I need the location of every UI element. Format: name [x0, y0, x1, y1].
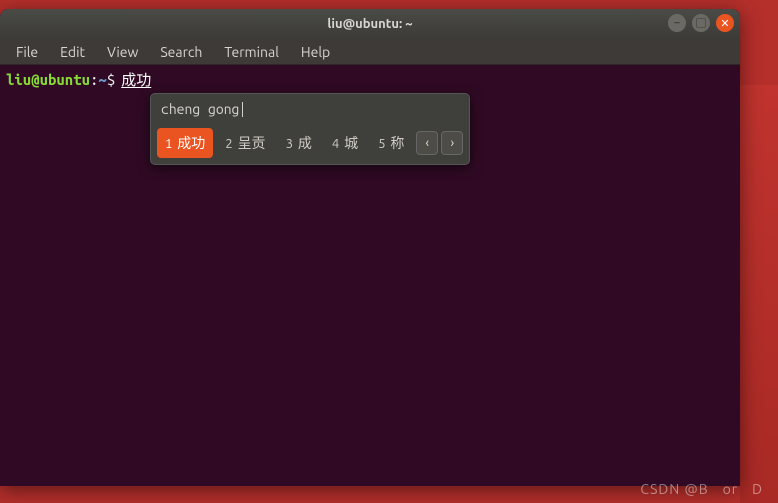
- ime-candidate-3[interactable]: 3 成: [278, 128, 320, 158]
- terminal-window: liu@ubuntu: ~ – □ ✕ File Edit View Searc…: [0, 9, 740, 486]
- prompt-symbol: $: [107, 71, 115, 88]
- ime-nav: ‹ ›: [416, 131, 463, 155]
- ime-candidate-4[interactable]: 4 城: [324, 128, 366, 158]
- ime-next-button[interactable]: ›: [441, 131, 463, 155]
- close-button[interactable]: ✕: [716, 14, 734, 32]
- menu-terminal[interactable]: Terminal: [214, 40, 289, 64]
- minimize-button[interactable]: –: [668, 14, 686, 32]
- watermark-right: D: [752, 481, 766, 497]
- ime-preedit-text: 成功: [121, 69, 151, 90]
- candidate-text: 成功: [177, 133, 205, 153]
- prompt-path: ~: [98, 71, 106, 88]
- window-controls: – □ ✕: [668, 14, 734, 32]
- candidate-text: 呈贡: [238, 133, 266, 153]
- candidate-number: 2: [225, 137, 232, 151]
- menu-edit[interactable]: Edit: [50, 40, 95, 64]
- menu-view[interactable]: View: [97, 40, 148, 64]
- ime-candidate-2[interactable]: 2 呈贡: [217, 128, 273, 158]
- maximize-button[interactable]: □: [692, 14, 710, 32]
- menubar: File Edit View Search Terminal Help: [0, 39, 740, 65]
- menu-help[interactable]: Help: [291, 40, 340, 64]
- candidate-number: 4: [332, 137, 339, 151]
- ime-caret: [242, 102, 243, 117]
- menu-search[interactable]: Search: [150, 40, 212, 64]
- menu-file[interactable]: File: [6, 40, 48, 64]
- prompt-user-host: liu@ubuntu: [6, 71, 90, 88]
- titlebar[interactable]: liu@ubuntu: ~ – □ ✕: [0, 9, 740, 39]
- ime-pinyin-row: cheng gong: [151, 94, 469, 123]
- prompt-colon: :: [90, 71, 98, 88]
- ime-prev-button[interactable]: ‹: [416, 131, 438, 155]
- candidate-number: 5: [378, 137, 385, 151]
- candidate-number: 3: [286, 137, 293, 151]
- watermark-mid: or: [723, 481, 739, 497]
- candidate-number: 1: [165, 137, 172, 151]
- desktop-background-strip: [740, 85, 778, 503]
- candidate-text: 称: [390, 133, 404, 153]
- candidate-text: 城: [344, 133, 358, 153]
- ime-candidate-5[interactable]: 5 称: [370, 128, 412, 158]
- ime-candidate-panel: cheng gong 1 成功 2 呈贡 3 成 4 城: [150, 93, 470, 165]
- ime-candidate-1[interactable]: 1 成功: [157, 128, 213, 158]
- prompt-line: liu@ubuntu : ~ $ 成功: [6, 69, 734, 90]
- window-title: liu@ubuntu: ~: [327, 17, 412, 31]
- candidate-text: 成: [298, 133, 312, 153]
- ime-pinyin-text: cheng gong: [161, 101, 239, 117]
- watermark-left: CSDN @B: [640, 481, 708, 497]
- terminal-body[interactable]: liu@ubuntu : ~ $ 成功 cheng gong 1 成功 2 呈贡: [0, 65, 740, 486]
- ime-candidate-row: 1 成功 2 呈贡 3 成 4 城 5 称: [151, 123, 469, 164]
- watermark: CSDN @B or D: [640, 481, 766, 497]
